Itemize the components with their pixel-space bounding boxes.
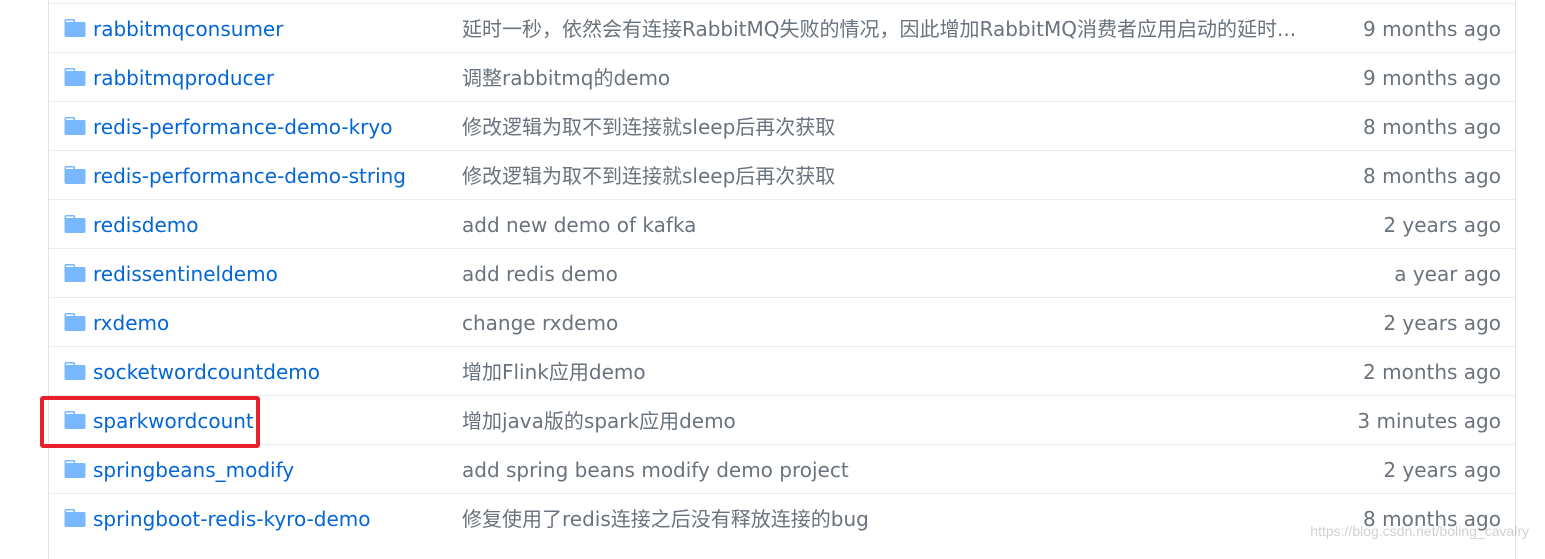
- file-row: springbeans_modify add spring beans modi…: [49, 444, 1515, 493]
- watermark: https://blog.csdn.net/boling_cavalry: [1310, 523, 1529, 539]
- folder-link[interactable]: sparkwordcount: [93, 409, 254, 433]
- folder-icon: [64, 460, 86, 478]
- folder-icon: [64, 68, 86, 86]
- commit-age[interactable]: 2 years ago: [1383, 213, 1501, 237]
- folder-icon: [64, 362, 86, 380]
- file-row: rxdemo change rxdemo 2 years ago: [49, 297, 1515, 346]
- folder-link[interactable]: redisdemo: [93, 213, 198, 237]
- folder-link[interactable]: rabbitmqproducer: [93, 66, 274, 90]
- folder-icon: [64, 264, 86, 282]
- commit-age[interactable]: 8 months ago: [1363, 115, 1501, 139]
- commit-message-link[interactable]: 修改逻辑为取不到连接就sleep后再次获取: [462, 115, 1324, 139]
- commit-message-link[interactable]: 修改逻辑为取不到连接就sleep后再次获取: [462, 164, 1324, 188]
- folder-link[interactable]: socketwordcountdemo: [93, 360, 320, 384]
- commit-age[interactable]: 2 months ago: [1363, 360, 1501, 384]
- commit-message-link[interactable]: add new demo of kafka: [462, 213, 1324, 237]
- commit-message-link[interactable]: 修复使用了redis连接之后没有释放连接的bug: [462, 507, 1324, 531]
- folder-icon: [64, 166, 86, 184]
- folder-icon: [64, 411, 86, 429]
- folder-icon: [64, 117, 86, 135]
- commit-message-link[interactable]: 调整rabbitmq的demo: [462, 66, 1324, 90]
- file-row-highlighted: sparkwordcount 增加java版的spark应用demo 3 min…: [49, 395, 1515, 444]
- folder-icon: [64, 509, 86, 527]
- commit-age[interactable]: 9 months ago: [1363, 17, 1501, 41]
- file-row: springboot-redis-kyro-demo 修复使用了redis连接之…: [49, 493, 1515, 542]
- folder-icon: [64, 313, 86, 331]
- file-row: rabbitmqconsumer 延时一秒，依然会有连接RabbitMQ失败的情…: [49, 3, 1515, 52]
- folder-link[interactable]: redis-performance-demo-string: [93, 164, 406, 188]
- commit-age[interactable]: 8 months ago: [1363, 164, 1501, 188]
- file-row: redis-performance-demo-kryo 修改逻辑为取不到连接就s…: [49, 101, 1515, 150]
- commit-age[interactable]: 3 minutes ago: [1357, 409, 1501, 433]
- commit-age[interactable]: 2 years ago: [1383, 458, 1501, 482]
- commit-age[interactable]: 2 years ago: [1383, 311, 1501, 335]
- file-row: rabbitmqproducer 调整rabbitmq的demo 9 month…: [49, 52, 1515, 101]
- file-row: redisdemo add new demo of kafka 2 years …: [49, 199, 1515, 248]
- folder-link[interactable]: springbeans_modify: [93, 458, 294, 482]
- commit-age[interactable]: a year ago: [1394, 262, 1501, 286]
- file-row: redissentineldemo add redis demo a year …: [49, 248, 1515, 297]
- folder-icon: [64, 19, 86, 37]
- folder-link[interactable]: springboot-redis-kyro-demo: [93, 507, 371, 531]
- commit-message-link[interactable]: add spring beans modify demo project: [462, 458, 1324, 482]
- commit-message-link[interactable]: 增加Flink应用demo: [462, 360, 1324, 384]
- commit-message-link[interactable]: 增加java版的spark应用demo: [462, 409, 1324, 433]
- folder-link[interactable]: redis-performance-demo-kryo: [93, 115, 392, 139]
- folder-link[interactable]: rabbitmqconsumer: [93, 17, 283, 41]
- folder-link[interactable]: redissentineldemo: [93, 262, 278, 286]
- file-row: redis-performance-demo-string 修改逻辑为取不到连接…: [49, 150, 1515, 199]
- folder-link[interactable]: rxdemo: [93, 311, 169, 335]
- commit-message-link[interactable]: 延时一秒，依然会有连接RabbitMQ失败的情况，因此增加RabbitMQ消费者…: [462, 17, 1324, 41]
- folder-icon: [64, 215, 86, 233]
- commit-message-link[interactable]: change rxdemo: [462, 311, 1324, 335]
- file-row: socketwordcountdemo 增加Flink应用demo 2 mont…: [49, 346, 1515, 395]
- commit-age[interactable]: 9 months ago: [1363, 66, 1501, 90]
- file-list-table: rabbitmqconsumer 延时一秒，依然会有连接RabbitMQ失败的情…: [48, 0, 1516, 559]
- commit-message-link[interactable]: add redis demo: [462, 262, 1324, 286]
